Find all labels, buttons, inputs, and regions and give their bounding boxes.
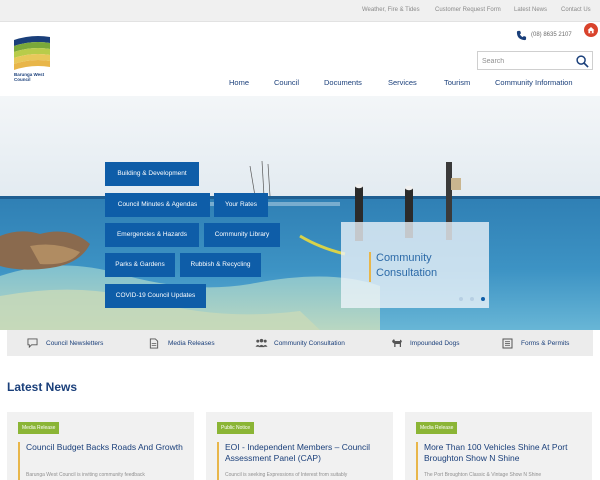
feature-forms-permits[interactable]: Forms & Permits [502, 330, 592, 356]
news-accent [416, 442, 418, 480]
news-card[interactable]: Media Release More Than 100 Vehicles Shi… [405, 412, 592, 480]
slide-caption[interactable]: Community Consultation [341, 222, 489, 308]
hero-banner: Building & Development Council Minutes &… [0, 96, 600, 330]
news-accent [18, 442, 20, 480]
news-card[interactable]: Public Notice EOI - Independent Members … [206, 412, 393, 480]
news-excerpt: The Port Broughton Classic & Vintage Sho… [424, 472, 542, 478]
latest-news-title: Latest News [7, 380, 78, 394]
logo-text: Barunga West Council [14, 72, 45, 82]
news-accent [217, 442, 219, 480]
feature-community-consultation[interactable]: Community Consultation [255, 330, 375, 356]
quick-link-rubbish-recycling[interactable]: Rubbish & Recycling [180, 253, 261, 277]
slide-dot-1[interactable] [459, 297, 463, 301]
feature-label: Council Newsletters [46, 340, 104, 347]
people-icon [255, 338, 268, 348]
feature-label: Community Consultation [274, 340, 345, 347]
forms-icon [502, 338, 513, 349]
news-title[interactable]: Council Budget Backs Roads And Growth [26, 442, 186, 453]
nav-home[interactable]: Home [229, 78, 249, 87]
nav-documents[interactable]: Documents [324, 78, 362, 87]
search-icon[interactable] [576, 55, 589, 68]
feature-media-releases[interactable]: Media Releases [149, 330, 239, 356]
search-box [477, 51, 593, 70]
utility-link-weather[interactable]: Weather, Fire & Tides [362, 7, 420, 13]
utility-link-latest-news[interactable]: Latest News [514, 7, 547, 13]
quick-link-building-development[interactable]: Building & Development [105, 162, 199, 186]
phone-number: (08) 8635 2107 [531, 32, 572, 38]
hero-image [0, 96, 600, 330]
news-card[interactable]: Media Release Council Budget Backs Roads… [7, 412, 194, 480]
slide-dot-3[interactable] [481, 297, 485, 301]
nav-tourism[interactable]: Tourism [444, 78, 470, 87]
news-tag: Media Release [416, 422, 458, 434]
feature-impounded-dogs[interactable]: Impounded Dogs [391, 330, 481, 356]
nav-council[interactable]: Council [274, 78, 299, 87]
phone-icon [516, 30, 527, 41]
feature-strip: Council Newsletters Media Releases Commu… [7, 330, 593, 356]
news-tag: Public Notice [217, 422, 255, 434]
slide-caption-text: Community Consultation [376, 252, 438, 279]
quick-link-your-rates[interactable]: Your Rates [214, 193, 268, 217]
page: Weather, Fire & Tides Customer Request F… [0, 0, 600, 480]
utility-link-customer-request[interactable]: Customer Request Form [435, 7, 501, 13]
speech-bubble-icon [27, 338, 38, 348]
feature-label: Media Releases [168, 340, 215, 347]
news-title[interactable]: More Than 100 Vehicles Shine At Port Bro… [424, 442, 584, 464]
search-input[interactable] [482, 55, 572, 67]
quick-link-parks-gardens[interactable]: Parks & Gardens [105, 253, 175, 277]
home-alert-icon [587, 27, 595, 34]
quick-link-covid-updates[interactable]: COVID-19 Council Updates [105, 284, 206, 308]
dog-icon [392, 339, 402, 347]
slide-dot-2[interactable] [470, 297, 474, 301]
news-title[interactable]: EOI - Independent Members – Council Asse… [225, 442, 385, 464]
news-tag: Media Release [18, 422, 60, 434]
feature-council-newsletters[interactable]: Council Newsletters [27, 330, 137, 356]
quick-link-community-library[interactable]: Community Library [204, 223, 280, 247]
nav-services[interactable]: Services [388, 78, 417, 87]
feature-label: Forms & Permits [521, 340, 570, 347]
nav-community-information[interactable]: Community Information [495, 78, 573, 87]
utility-link-contact-us[interactable]: Contact Us [561, 7, 591, 13]
news-excerpt: Barunga West Council is inviting communi… [26, 472, 145, 478]
quick-link-emergencies-hazards[interactable]: Emergencies & Hazards [105, 223, 199, 247]
caption-accent [369, 252, 371, 282]
alert-badge[interactable] [584, 23, 598, 37]
news-excerpt: Council is seeking Expressions of Intere… [225, 472, 348, 478]
utility-bar: Weather, Fire & Tides Customer Request F… [0, 0, 600, 22]
document-icon [149, 338, 159, 349]
quick-link-council-minutes[interactable]: Council Minutes & Agendas [105, 193, 210, 217]
feature-label: Impounded Dogs [410, 340, 460, 347]
